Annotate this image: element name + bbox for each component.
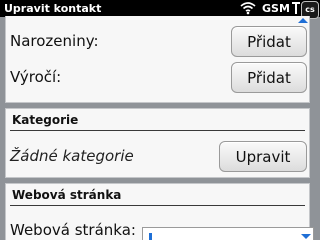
website-label: Webová stránka: bbox=[10, 221, 136, 239]
section-divider bbox=[10, 130, 305, 131]
dates-panel: Narozeniny: Přidat Výročí: Přidat bbox=[5, 16, 310, 103]
window-title: Upravit kontakt bbox=[4, 2, 102, 15]
categories-heading: Kategorie bbox=[12, 113, 79, 127]
website-heading: Webová stránka bbox=[12, 188, 122, 202]
categories-value: Žádné kategorie bbox=[10, 147, 134, 165]
section-divider bbox=[10, 205, 305, 206]
wifi-icon bbox=[240, 2, 256, 15]
website-input[interactable] bbox=[142, 227, 314, 240]
signal-icon bbox=[292, 2, 300, 14]
network-indicator: GSM bbox=[262, 2, 290, 15]
scroll-up-icon[interactable] bbox=[298, 18, 308, 23]
birthday-label: Narozeniny: bbox=[10, 32, 99, 50]
add-birthday-button[interactable]: Přidat bbox=[231, 26, 307, 57]
scroll-down-icon[interactable] bbox=[301, 234, 311, 239]
add-anniversary-button[interactable]: Přidat bbox=[231, 62, 307, 93]
title-bar: Upravit kontakt GSM cs bbox=[0, 0, 320, 19]
website-panel: Webová stránka Webová stránka: bbox=[5, 183, 314, 240]
text-cursor bbox=[149, 233, 152, 240]
anniversary-label: Výročí: bbox=[10, 68, 62, 86]
edit-categories-button[interactable]: Upravit bbox=[219, 141, 307, 172]
categories-panel: Kategorie Žádné kategorie Upravit bbox=[5, 108, 310, 178]
